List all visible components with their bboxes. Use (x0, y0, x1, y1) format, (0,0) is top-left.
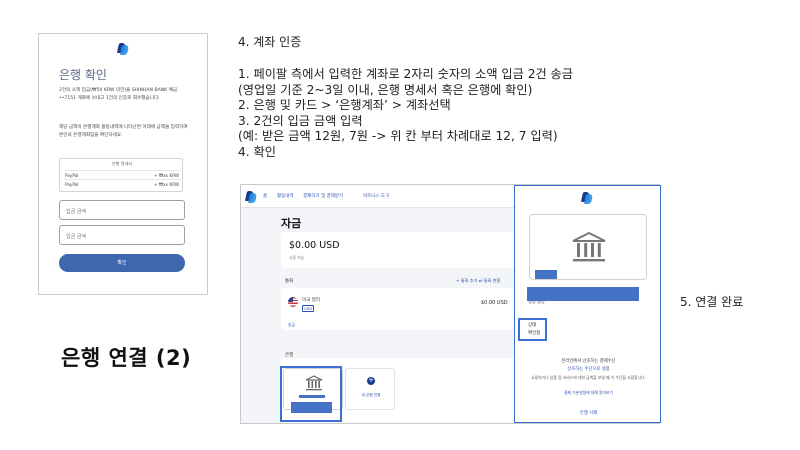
currency-card[interactable]: 미국 달러 USD $0.00 USD 송금 (281, 288, 516, 330)
statement-row: PayPal + ₩xx KRW (64, 170, 180, 178)
currency-actions[interactable]: + 통화 추가 ⇄ 통화 변환 (456, 278, 501, 284)
nav-home[interactable]: 홈 (263, 193, 267, 199)
amount-input-2[interactable]: 입금 금액 (59, 225, 185, 245)
redaction-bar (291, 402, 332, 413)
nav-business-tools[interactable]: 비즈니스 도구 (363, 193, 389, 199)
confirm-title: 은행 확인 (59, 68, 107, 82)
bank-confirm-panel: 은행 확인 2건의 소액 입금(₩50 KRW 미만)을 SHINHAN BAN… (38, 33, 208, 295)
currency-code: USD (302, 305, 315, 312)
preferred-description: 쇼핑하거나 상품 및 서비스에 대한 금액을 보낼 때 이 수단을 사용합니다. (531, 375, 646, 380)
status-highlight (518, 318, 547, 341)
preferred-payment-title: 온라인에서 선호하는 결제수단 (561, 359, 616, 364)
currency-name: 미국 달러 (302, 298, 320, 303)
balance-amount: $0.00 USD (289, 240, 340, 251)
statement-header: 은행 명세서 (111, 161, 133, 166)
redaction-bar (527, 287, 639, 301)
step-heading: 4. 계좌 인증 (238, 35, 302, 49)
add-bank-label: 새 은행 연결 (361, 393, 381, 397)
add-bank-card[interactable]: + 새 은행 연결 (345, 368, 395, 410)
paypal-logo-icon (580, 192, 594, 204)
nav-activity[interactable]: 활동내역 (277, 193, 294, 199)
bank-card-highlight (280, 366, 342, 422)
step-line: (영업일 기준 2~3일 이내, 은행 명세서 혹은 은행에 확인) (238, 82, 533, 97)
transfer-link[interactable]: 송금 (288, 322, 295, 328)
paypal-logo-icon (244, 191, 258, 203)
redaction-bar (535, 270, 557, 279)
delete-bank-link[interactable]: 은행 삭제 (515, 410, 662, 416)
amount-input-1[interactable]: 입금 금액 (59, 200, 185, 220)
done-caption: 5. 연결 완료 (680, 295, 744, 309)
balance-card[interactable]: $0.00 USD 사용 가능 (281, 232, 516, 268)
learn-more-link[interactable]: 결제 기본설정에 대해 알아보기 (515, 390, 662, 396)
paypal-logo-icon (116, 43, 130, 55)
currency-amount: $0.00 USD (481, 300, 508, 306)
statement-row: PayPal + ₩xx KRW (64, 179, 180, 187)
step-list: 1. 페이팔 측에서 입력한 계좌로 2자리 숫자의 소액 입금 2건 송금 (… (238, 67, 638, 160)
step-line: 4. 확인 (238, 144, 276, 159)
us-flag-icon (288, 297, 298, 307)
step-line: (예: 받은 금액 12원, 7원 -> 위 칸 부터 차례대로 12, 7 입… (238, 129, 558, 143)
step-line: 1. 페이팔 측에서 입력한 계좌로 2자리 숫자의 소액 입금 2건 송금 (238, 67, 573, 81)
confirm-description: 2건의 소액 입금(₩50 KRW 미만)을 SHINHAN BANK 예금 •… (59, 88, 178, 101)
left-caption: 은행 연결 (2) (61, 346, 192, 370)
redaction-bar (299, 395, 325, 398)
bank-icon (572, 231, 606, 262)
step-line: 3. 2건의 입금 금액 입력 (238, 113, 363, 128)
bank-detail-panel: 빌링 설정 상태 확인됨 온라인에서 선호하는 결제수단 선호하는 수단으로 설… (514, 185, 661, 423)
set-preferred-link[interactable]: 선호하는 수단으로 설정 (515, 366, 662, 372)
statement-preview: 은행 명세서 PayPal + ₩xx KRW PayPal + ₩xx KRW (59, 158, 183, 192)
currency-label: 통화 (285, 279, 294, 284)
funds-title: 자금 (281, 217, 302, 230)
plus-icon: + (367, 376, 375, 385)
balance-available-label: 사용 가능 (289, 255, 305, 260)
confirm-instruction: 해당 금액이 은행계좌 활동내역에 나타난면 아래에 금액을 입력하여 본인의 … (59, 125, 188, 138)
confirm-button[interactable]: 확인 (59, 254, 185, 272)
nav-payments[interactable]: 결제하기 및 결제받기 (303, 193, 343, 199)
step-line: 2. 은행 및 카드 > ‘은행계좌’ > 계좌선택 (238, 98, 451, 112)
